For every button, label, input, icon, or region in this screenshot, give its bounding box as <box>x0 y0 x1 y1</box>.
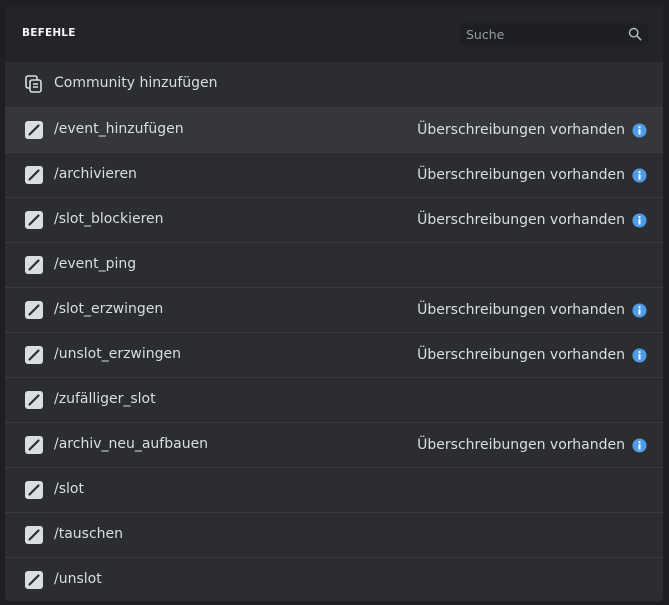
command-row[interactable]: /archivieren Überschreibungen vorhanden <box>5 152 663 197</box>
override-label: Überschreibungen vorhanden <box>417 122 625 138</box>
command-label: /archiv_neu_aufbauen <box>54 436 209 452</box>
command-label: /unslot_erzwingen <box>54 346 182 362</box>
override-label: Überschreibungen vorhanden <box>417 212 625 228</box>
commands-panel: BEFEHLE Community hinzufügen /event_hinz… <box>5 5 663 601</box>
slash-command-icon <box>25 391 43 409</box>
override-indicator: Überschreibungen vorhanden <box>417 166 647 184</box>
override-indicator: Überschreibungen vorhanden <box>417 346 647 364</box>
slash-command-icon <box>25 346 43 364</box>
search-box[interactable] <box>460 23 648 45</box>
command-row[interactable]: /unslot_erzwingen Überschreibungen vorhan… <box>5 332 663 377</box>
override-label: Überschreibungen vorhanden <box>417 167 625 183</box>
info-icon[interactable] <box>632 167 647 183</box>
command-row[interactable]: /zufälliger_slot <box>5 377 663 422</box>
info-icon[interactable] <box>632 347 647 363</box>
slash-command-icon <box>25 166 43 184</box>
info-icon[interactable] <box>632 122 647 138</box>
override-indicator: Überschreibungen vorhanden <box>417 121 647 139</box>
command-label: /slot_blockieren <box>54 211 164 227</box>
slash-command-icon <box>25 211 43 229</box>
override-label: Überschreibungen vorhanden <box>417 302 625 318</box>
community-row[interactable]: Community hinzufügen <box>5 62 663 107</box>
info-icon[interactable] <box>632 212 647 228</box>
override-label: Überschreibungen vorhanden <box>417 347 625 363</box>
search-icon[interactable] <box>628 27 642 41</box>
command-list: /event_hinzufügen Überschreibungen vorhan… <box>5 107 663 601</box>
command-label: /unslot <box>54 571 102 587</box>
command-label: /zufälliger_slot <box>54 391 156 407</box>
override-indicator: Überschreibungen vorhanden <box>417 436 647 454</box>
command-label: /slot_erzwingen <box>54 301 164 317</box>
info-icon[interactable] <box>632 437 647 453</box>
slash-command-icon <box>25 436 43 454</box>
command-row[interactable]: /archiv_neu_aufbauen Überschreibungen vor… <box>5 422 663 467</box>
commands-header: BEFEHLE <box>5 5 663 62</box>
command-row[interactable]: /tauschen <box>5 512 663 557</box>
command-label: /event_hinzufügen <box>54 121 184 137</box>
slash-command-icon <box>25 571 43 589</box>
override-label: Überschreibungen vorhanden <box>417 437 625 453</box>
command-label: /slot <box>54 481 84 497</box>
override-indicator: Überschreibungen vorhanden <box>417 301 647 319</box>
command-row[interactable]: /slot_blockieren Überschreibungen vorhand… <box>5 197 663 242</box>
command-row[interactable]: /event_hinzufügen Überschreibungen vorhan… <box>5 107 663 152</box>
community-label: Community hinzufügen <box>54 75 218 91</box>
slash-command-icon <box>25 121 43 139</box>
slash-command-icon <box>25 526 43 544</box>
search-input[interactable] <box>460 23 620 45</box>
command-row[interactable]: /event_ping <box>5 242 663 287</box>
command-label: /archivieren <box>54 166 137 182</box>
override-indicator: Überschreibungen vorhanden <box>417 211 647 229</box>
command-row[interactable]: /unslot <box>5 557 663 601</box>
slash-command-icon <box>25 256 43 274</box>
slash-command-icon <box>25 481 43 499</box>
command-label: /tauschen <box>54 526 124 542</box>
command-label: /event_ping <box>54 256 137 272</box>
server-copy-icon <box>25 75 42 93</box>
info-icon[interactable] <box>632 302 647 318</box>
command-row[interactable]: /slot_erzwingen Überschreibungen vorhande… <box>5 287 663 332</box>
command-row[interactable]: /slot <box>5 467 663 512</box>
section-title: BEFEHLE <box>22 27 76 39</box>
slash-command-icon <box>25 301 43 319</box>
